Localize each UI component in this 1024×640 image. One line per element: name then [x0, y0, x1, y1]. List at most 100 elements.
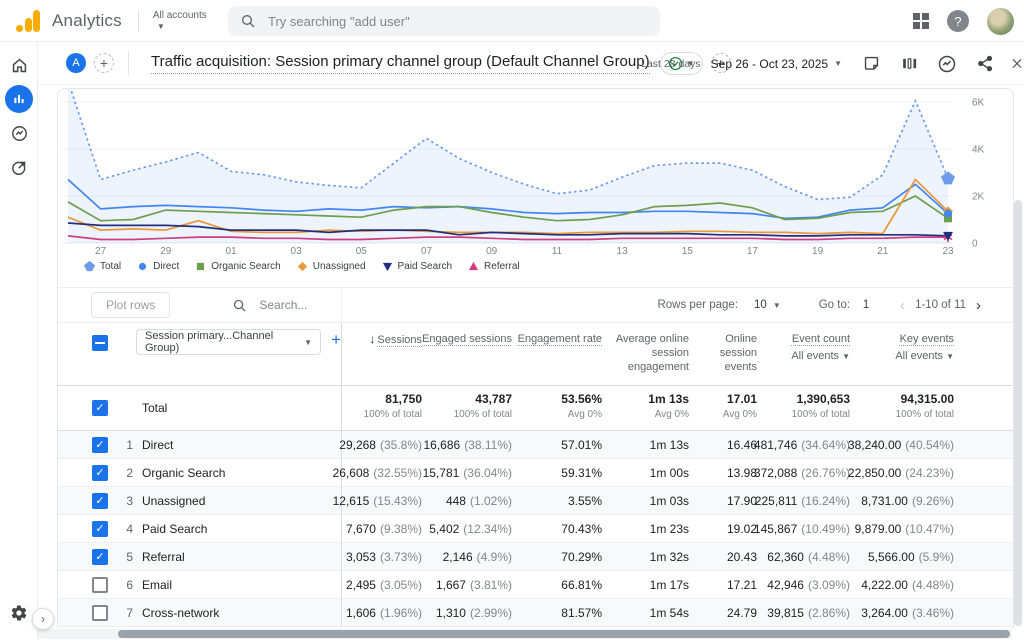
- insights-icon[interactable]: [934, 51, 960, 77]
- row-checkbox[interactable]: [92, 577, 108, 593]
- rows-per-page-label: Rows per page:: [657, 299, 738, 311]
- table-header: Session primary...Channel Group) ▼ + ↓Se…: [58, 323, 1013, 386]
- vertical-scrollbar[interactable]: [1014, 200, 1022, 626]
- brand-title: Analytics: [52, 11, 122, 31]
- horizontal-scrollbar[interactable]: [38, 629, 1012, 639]
- nav-home[interactable]: [0, 48, 38, 82]
- column-header-engagement-rate[interactable]: Engagement rate: [512, 323, 602, 385]
- table-row-paid-search: 4 Paid Search 7,670(9.38%)5,402(12.34%)7…: [58, 515, 1013, 543]
- chart-legend: Total Direct Organic Search Unassigned Paid …: [84, 261, 520, 272]
- row-checkbox[interactable]: [92, 521, 108, 537]
- goto-page-input[interactable]: [856, 299, 876, 311]
- row-checkbox[interactable]: [92, 437, 108, 453]
- notes-icon[interactable]: [858, 51, 884, 77]
- comparisons-icon[interactable]: [896, 51, 922, 77]
- column-header-engaged-sessions[interactable]: Engaged sessions: [422, 323, 512, 385]
- divider: [341, 288, 342, 322]
- svg-text:27: 27: [95, 246, 107, 257]
- svg-text:4K: 4K: [972, 145, 985, 156]
- channel-name[interactable]: Cross-network: [142, 606, 219, 620]
- channel-name[interactable]: Organic Search: [142, 466, 225, 480]
- sessions-trend-chart[interactable]: 02K4K6K27Sep2901Oct030507091113151719212…: [58, 89, 1013, 287]
- legend-item-organic-search[interactable]: Organic Search: [195, 261, 280, 272]
- table-total-row: Total 81,750100% of total 43,787100% of …: [58, 386, 1013, 431]
- table-search-input[interactable]: [259, 298, 459, 312]
- chevron-down-icon[interactable]: ▼: [773, 301, 781, 310]
- row-checkbox[interactable]: [92, 493, 108, 509]
- legend-item-direct[interactable]: Direct: [137, 261, 179, 272]
- svg-text:21: 21: [877, 246, 889, 257]
- select-all-checkbox[interactable]: [92, 335, 108, 351]
- date-range-picker[interactable]: Sep 26 - Oct 23, 2025 ▼: [711, 57, 842, 71]
- svg-text:0: 0: [972, 239, 978, 250]
- column-header-sessions[interactable]: ↓Sessions: [342, 323, 422, 385]
- svg-text:19: 19: [812, 246, 824, 257]
- nav-reports[interactable]: [0, 82, 38, 116]
- comparison-avatar[interactable]: A: [66, 53, 86, 73]
- column-header-avg-engagement[interactable]: Average online session engagement: [602, 323, 689, 385]
- svg-text:15: 15: [682, 246, 694, 257]
- channel-name[interactable]: Email: [142, 578, 172, 592]
- add-comparison-button[interactable]: +: [94, 53, 114, 73]
- apps-grid-icon[interactable]: [913, 13, 929, 29]
- plot-rows-button[interactable]: Plot rows: [91, 292, 170, 318]
- svg-text:17: 17: [747, 246, 759, 257]
- share-icon[interactable]: [972, 51, 998, 77]
- table-row-direct: 1 Direct 29,268(35.8%)16,686(38.11%)57.0…: [58, 431, 1013, 459]
- key-events-filter[interactable]: All events ▼: [850, 349, 954, 364]
- svg-text:11: 11: [552, 246, 563, 257]
- nav-advertising[interactable]: [0, 150, 38, 184]
- user-avatar[interactable]: [987, 8, 1014, 35]
- report-header: A + Traffic acquisition: Session primary…: [38, 42, 1024, 85]
- legend-item-referral[interactable]: Referral: [468, 261, 520, 272]
- channel-name[interactable]: Paid Search: [142, 522, 207, 536]
- chevron-down-icon: ▼: [834, 59, 842, 68]
- legend-marker-icon: [195, 261, 206, 272]
- global-search-input[interactable]: [268, 14, 648, 29]
- table-row-unassigned: 3 Unassigned 12,615(15.43%)448(1.02%)3.5…: [58, 487, 1013, 515]
- svg-text:07: 07: [421, 246, 433, 257]
- line-chart-canvas: 02K4K6K27Sep2901Oct030507091113151719212…: [60, 89, 1012, 257]
- date-preset-label: Last 28 days: [641, 58, 701, 70]
- legend-item-unassigned[interactable]: Unassigned: [297, 261, 366, 272]
- row-checkbox[interactable]: [92, 549, 108, 565]
- horizontal-scrollbar-thumb[interactable]: [118, 630, 1010, 638]
- nav-explore[interactable]: [0, 116, 38, 150]
- svg-text:6K: 6K: [972, 98, 985, 109]
- row-rank: 7: [121, 606, 133, 620]
- global-search[interactable]: [228, 6, 660, 36]
- table-search[interactable]: [232, 298, 657, 313]
- search-icon: [240, 13, 256, 29]
- chevron-down-icon: ▼: [946, 352, 954, 361]
- svg-text:09: 09: [486, 246, 498, 257]
- nav-expand-button[interactable]: ›: [32, 608, 54, 630]
- svg-text:23: 23: [942, 246, 954, 257]
- legend-item-total[interactable]: Total: [84, 261, 121, 272]
- event-count-filter[interactable]: All events ▼: [757, 349, 850, 364]
- channel-name[interactable]: Direct: [142, 438, 173, 452]
- next-page-icon[interactable]: ›: [972, 297, 985, 314]
- prev-page-icon[interactable]: ‹: [896, 297, 909, 314]
- rows-per-page-value[interactable]: 10: [754, 299, 767, 311]
- help-icon[interactable]: ?: [947, 10, 969, 32]
- column-header-online-session-events[interactable]: Online session events: [689, 323, 757, 385]
- add-dimension-button[interactable]: +: [331, 330, 341, 350]
- row-rank: 3: [121, 494, 133, 508]
- table-controls: Plot rows Rows per page: 10 ▼ Go to: ‹ 1…: [58, 287, 1013, 323]
- legend-marker-icon: [297, 261, 308, 272]
- column-header-event-count[interactable]: Event countAll events ▼: [757, 323, 850, 385]
- report-title[interactable]: Traffic acquisition: Session primary cha…: [151, 53, 650, 74]
- dimension-selector[interactable]: Session primary...Channel Group) ▼: [136, 329, 321, 355]
- more-tools-icon[interactable]: [1010, 51, 1024, 77]
- row-checkbox[interactable]: [92, 465, 108, 481]
- table-row-referral: 5 Referral 3,053(3.73%)2,146(4.9%)70.29%…: [58, 543, 1013, 571]
- row-rank: 5: [121, 550, 133, 564]
- account-switcher[interactable]: All accounts ▼: [153, 10, 207, 31]
- search-icon: [232, 298, 247, 313]
- channel-name[interactable]: Unassigned: [142, 494, 205, 508]
- channel-name[interactable]: Referral: [142, 550, 185, 564]
- legend-item-paid-search[interactable]: Paid Search: [382, 261, 452, 272]
- column-header-key-events[interactable]: Key eventsAll events ▼: [850, 323, 954, 385]
- row-checkbox[interactable]: [92, 605, 108, 621]
- total-row-checkbox[interactable]: [92, 400, 108, 416]
